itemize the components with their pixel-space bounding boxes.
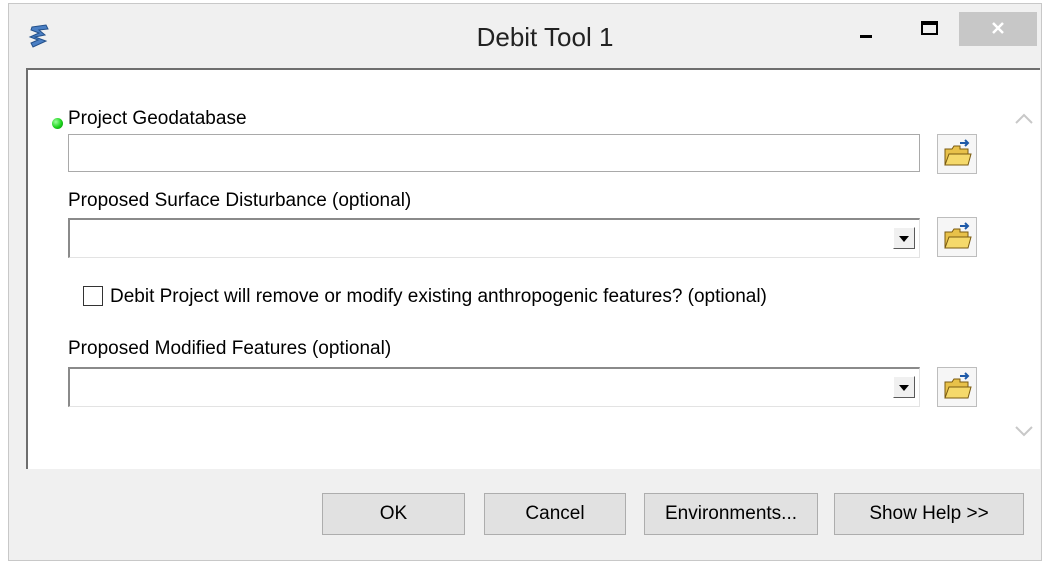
browse-project-geodatabase-button[interactable]: [937, 134, 977, 174]
scroll-up-button[interactable]: [1012, 108, 1036, 132]
scroll-down-button[interactable]: [1012, 418, 1036, 442]
remove-modify-checkbox-label[interactable]: Debit Project will remove or modify exis…: [110, 286, 767, 308]
remove-modify-checkbox[interactable]: [83, 286, 103, 306]
close-icon: [992, 22, 1004, 34]
maximize-icon: [921, 21, 938, 35]
folder-browse-icon: [944, 372, 972, 399]
browse-modified-features-button[interactable]: [937, 367, 977, 407]
show-help-button[interactable]: Show Help >>: [834, 493, 1024, 535]
dropdown-arrow-icon[interactable]: [893, 376, 915, 398]
project-geodatabase-label: Project Geodatabase: [68, 108, 247, 129]
dialog-window: Debit Tool 1 Project Geodatabase Propose…: [8, 3, 1042, 561]
maximize-button[interactable]: [913, 12, 947, 46]
minimize-icon: [860, 35, 872, 38]
modified-features-combo[interactable]: [68, 367, 920, 407]
folder-browse-icon: [944, 222, 972, 249]
project-geodatabase-input[interactable]: [68, 134, 920, 172]
surface-disturbance-combo[interactable]: [68, 218, 920, 258]
scroll-down-icon: [1015, 426, 1033, 437]
modified-features-label: Proposed Modified Features (optional): [68, 338, 392, 359]
dropdown-arrow-icon[interactable]: [893, 227, 915, 249]
environments-button[interactable]: Environments...: [644, 493, 818, 535]
surface-disturbance-label: Proposed Surface Disturbance (optional): [68, 190, 412, 211]
parameters-panel: Project Geodatabase Proposed Surface Dis…: [26, 68, 1040, 469]
scroll-up-icon: [1015, 113, 1033, 124]
title-bar[interactable]: Debit Tool 1: [9, 4, 1041, 67]
minimize-button[interactable]: [847, 12, 887, 46]
browse-surface-disturbance-button[interactable]: [937, 217, 977, 257]
folder-browse-icon: [944, 139, 972, 166]
close-button[interactable]: [959, 12, 1037, 46]
cancel-button[interactable]: Cancel: [484, 493, 626, 535]
ok-button[interactable]: OK: [322, 493, 465, 535]
required-indicator-icon: [52, 118, 63, 129]
